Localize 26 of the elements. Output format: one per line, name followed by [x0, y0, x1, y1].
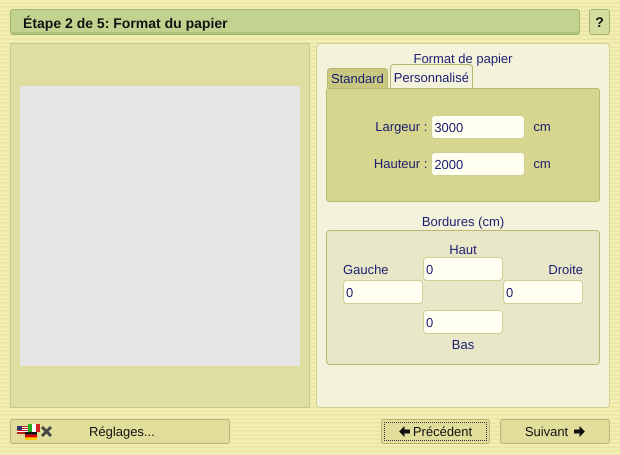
unit-label: cm	[533, 155, 551, 174]
input-field[interactable]: 0	[343, 280, 423, 304]
tab[interactable]: Personnalisé	[390, 64, 473, 88]
input-field[interactable]: 3000	[431, 115, 526, 139]
field-label: Haut	[449, 241, 477, 257]
field-label: Hauteur :	[372, 155, 428, 174]
step-title: Étape 2 de 5: Format du papier	[10, 9, 580, 35]
right-arrow-icon	[574, 426, 586, 437]
wizard-button[interactable]: Précédent	[381, 419, 490, 444]
wizard-button[interactable]: Réglages...	[10, 419, 230, 444]
section-title: Bordures (cm)	[420, 214, 506, 230]
input-field[interactable]: 0	[423, 310, 503, 334]
section-title: Format de papier	[412, 51, 514, 67]
field-label: Droite	[548, 260, 583, 278]
input-field[interactable]: 0	[503, 280, 583, 304]
flags-and-tools-icon	[17, 424, 55, 440]
field-label: Gauche	[343, 260, 389, 278]
input-field[interactable]: 2000	[431, 152, 526, 176]
unit-label: cm	[533, 118, 551, 136]
input-field[interactable]: 0	[423, 257, 503, 281]
wizard-button[interactable]: Suivant	[500, 419, 610, 444]
help-button[interactable]: ?	[589, 9, 610, 35]
tab[interactable]: Standard	[327, 68, 388, 88]
field-label: Largeur :	[374, 118, 428, 136]
left-arrow-icon	[398, 426, 410, 437]
field-label: Bas	[452, 336, 474, 351]
